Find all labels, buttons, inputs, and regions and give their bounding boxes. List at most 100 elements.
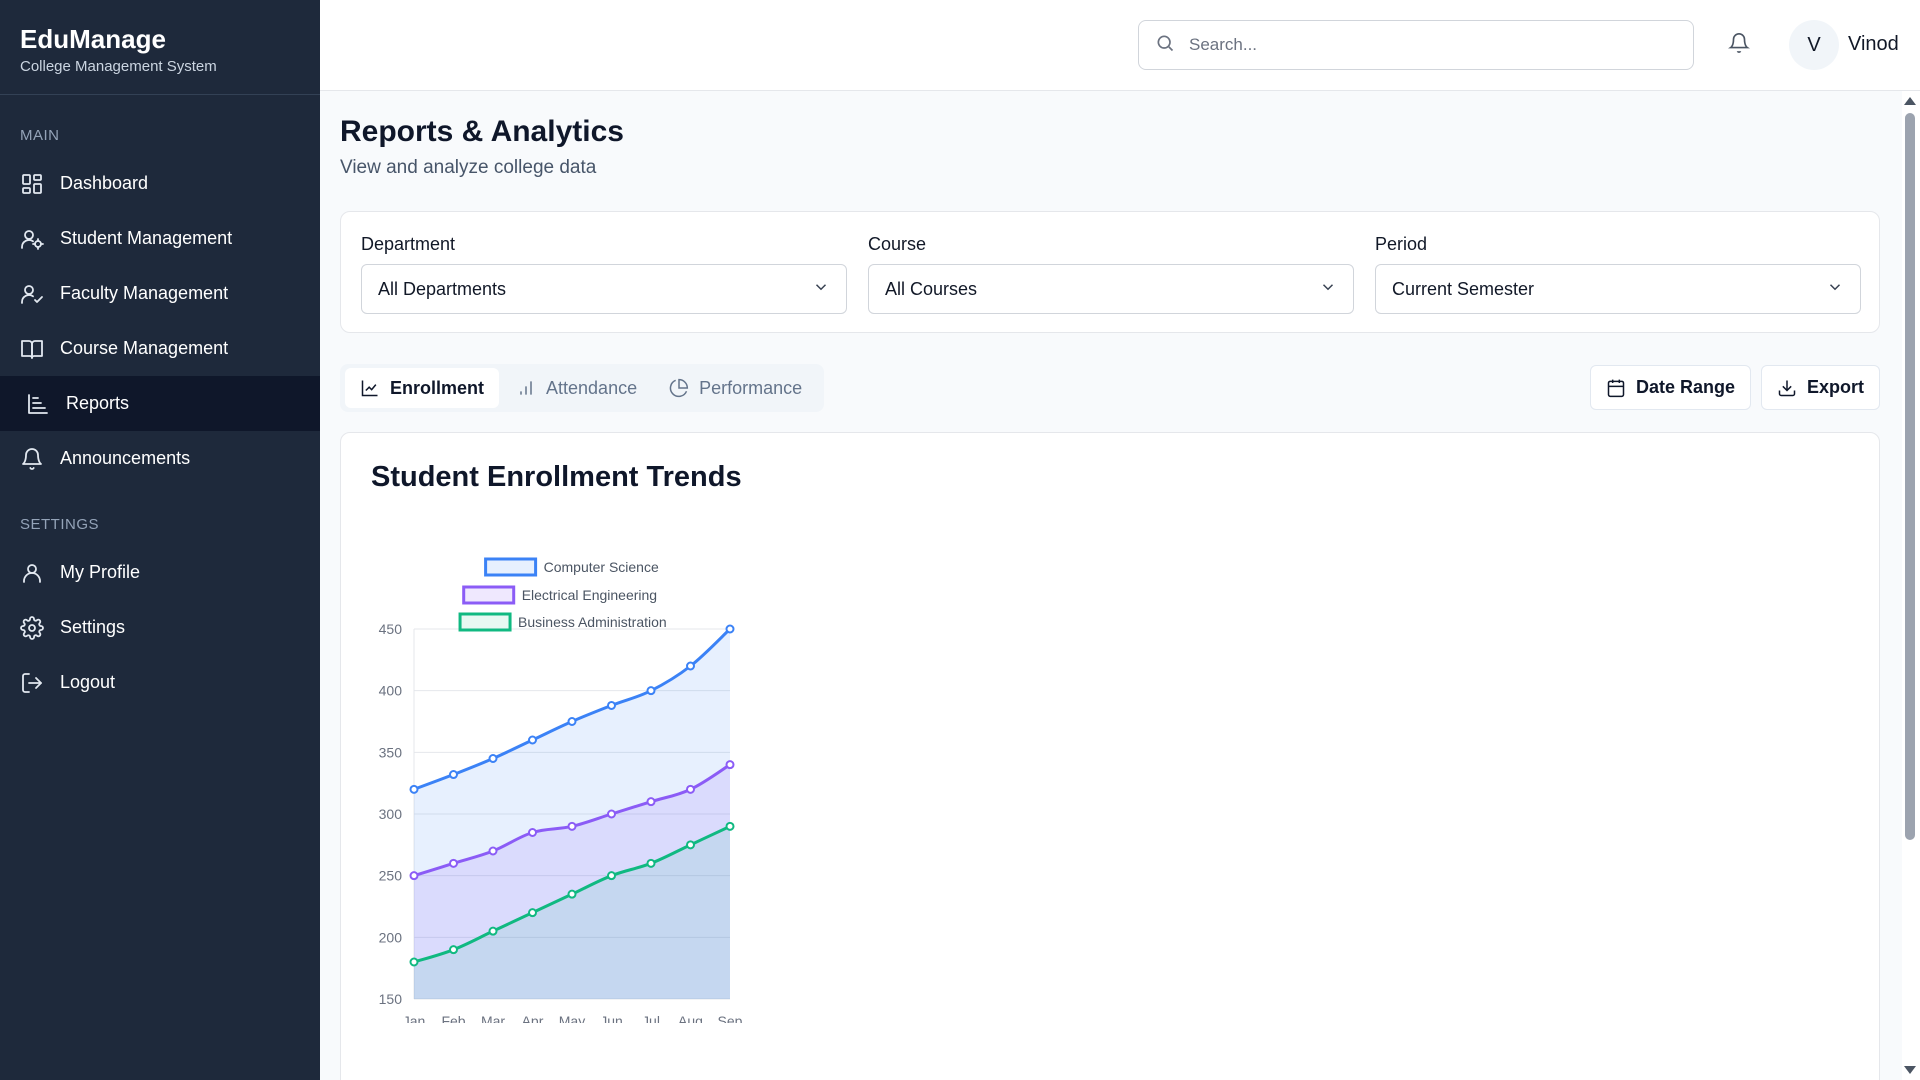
sidebar-settings-nav: My Profile Settings Logout [0, 545, 320, 710]
data-point [409, 871, 419, 881]
sidebar-item-label: Dashboard [60, 173, 149, 193]
department-select[interactable]: All Departments [361, 264, 847, 314]
username[interactable]: Vinod [1848, 33, 1899, 56]
x-tick-label: Sep [718, 1013, 743, 1023]
y-tick-label: 250 [379, 868, 403, 884]
y-tick-label: 300 [379, 806, 403, 822]
y-tick-label: 150 [379, 991, 403, 1007]
search-icon [1155, 33, 1175, 58]
scroll-down-arrow[interactable] [1904, 1066, 1916, 1074]
sidebar-item-label: Faculty Management [60, 283, 229, 303]
legend-swatch [462, 585, 516, 605]
data-point [409, 784, 419, 794]
report-tabs: Enrollment Attendance Performance [340, 364, 825, 412]
course-filter: Course All Courses [868, 234, 1354, 314]
department-select-value: All Departments [378, 278, 507, 299]
period-select-value: Current Semester [1392, 278, 1535, 299]
data-point [488, 754, 498, 763]
chevron-down-icon [812, 278, 830, 301]
page-title: Reports & Analytics [340, 115, 624, 148]
course-select-value: All Courses [885, 278, 978, 299]
main-content: Reports & Analytics View and analyze col… [340, 91, 1880, 1080]
period-select[interactable]: Current Semester [1375, 264, 1861, 314]
line-chart-icon [361, 380, 378, 397]
notifications-bell-icon[interactable] [1728, 32, 1752, 56]
tab-label: Performance [699, 377, 803, 398]
data-point [567, 889, 577, 899]
faculty-icon [20, 282, 44, 306]
y-tick-label: 350 [379, 744, 403, 760]
pie-chart-icon [669, 378, 689, 398]
y-tick-label: 200 [379, 929, 403, 945]
period-filter-label: Period [1375, 234, 1428, 254]
brand-title: EduManage [20, 24, 166, 54]
data-point [528, 908, 537, 918]
data-point [449, 945, 458, 955]
download-icon [1778, 380, 1796, 396]
gear-icon [20, 615, 44, 640]
x-tick-label: May [559, 1013, 585, 1023]
tab-performance[interactable]: Performance [654, 368, 817, 408]
date-range-button[interactable]: Date Range [1589, 365, 1751, 410]
data-point [567, 717, 577, 726]
search-input[interactable] [1189, 35, 1669, 55]
sidebar-item-logout[interactable]: Logout [0, 655, 320, 710]
x-tick-label: Mar [481, 1013, 505, 1023]
tab-enrollment[interactable]: Enrollment [345, 368, 500, 408]
chevron-down-icon [1826, 278, 1844, 301]
data-point [646, 686, 656, 696]
x-tick-label: Feb [441, 1013, 465, 1023]
page-subtitle: View and analyze college data [340, 157, 597, 178]
sidebar-item-label: Reports [66, 393, 130, 413]
sidebar-item-settings[interactable]: Settings [0, 600, 320, 655]
data-point [607, 809, 616, 819]
y-tick-label: 450 [379, 621, 403, 637]
data-point [449, 770, 458, 780]
tab-label: Enrollment [390, 377, 485, 398]
course-select[interactable]: All Courses [868, 264, 1354, 314]
legend-swatch [458, 612, 512, 632]
sidebar-item-student-management[interactable]: Student Management [0, 211, 320, 266]
data-point [686, 840, 695, 850]
x-tick-label: Aug [678, 1013, 703, 1023]
legend-label: Computer Science [544, 559, 659, 575]
x-tick-label: Jul [642, 1013, 660, 1023]
data-point [646, 797, 656, 807]
sidebar-item-announcements[interactable]: Announcements [0, 431, 320, 486]
sidebar-item-my-profile[interactable]: My Profile [0, 545, 320, 600]
sidebar-item-label: Settings [60, 617, 126, 637]
scrollbar-thumb[interactable] [1905, 113, 1915, 840]
data-point [567, 821, 577, 831]
brand: EduManage College Management System [0, 0, 320, 95]
chevron-down-icon [1319, 278, 1337, 301]
tab-attendance[interactable]: Attendance [501, 368, 652, 408]
sidebar-item-course-management[interactable]: Course Management [0, 321, 320, 376]
data-point [646, 858, 656, 868]
bell-icon [20, 447, 44, 471]
sidebar-item-faculty-management[interactable]: Faculty Management [0, 266, 320, 321]
sidebar-item-dashboard[interactable]: Dashboard [0, 156, 320, 211]
data-point [449, 858, 458, 868]
search-box[interactable] [1138, 20, 1694, 70]
enrollment-chart: 150 200 250 300 350 400 450 Jan Feb Mar Apr May Jun J… [379, 557, 743, 1023]
sidebar-item-reports[interactable]: Reports [0, 376, 320, 431]
data-point [725, 821, 735, 831]
reports-icon [26, 392, 50, 416]
department-filter-label: Department [361, 234, 456, 254]
sidebar-section-main: MAIN [20, 127, 60, 144]
scroll-up-arrow[interactable] [1904, 97, 1916, 105]
sidebar-item-label: Announcements [60, 448, 191, 468]
sidebar-main-nav: Dashboard Student Management Faculty Man… [0, 156, 320, 486]
data-point [725, 760, 735, 770]
date-range-label: Date Range [1635, 377, 1735, 397]
avatar[interactable]: V [1789, 20, 1839, 70]
user-icon [20, 561, 44, 585]
export-button[interactable]: Export [1760, 365, 1880, 410]
x-tick-label: Jan [403, 1013, 426, 1023]
sidebar: EduManage College Management System MAIN… [0, 0, 320, 1080]
sidebar-section-settings: SETTINGS [20, 516, 100, 533]
report-actions: Date Range Export [1580, 365, 1880, 410]
filters-panel: Department All Departments Course All Co… [340, 211, 1880, 333]
student-icon [20, 227, 44, 251]
data-point [607, 871, 616, 881]
